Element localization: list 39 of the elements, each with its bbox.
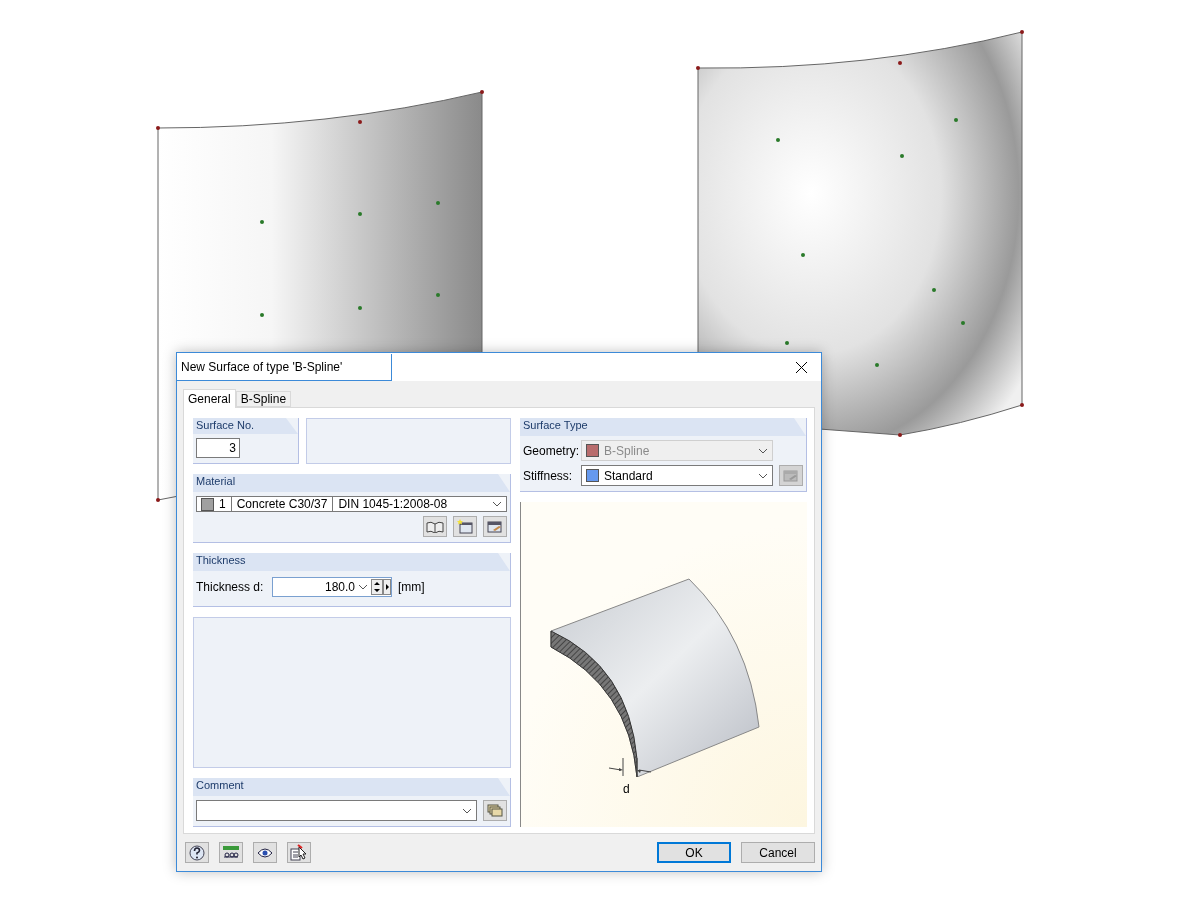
dialog-button[interactable]: Cancel (741, 842, 815, 863)
new-button[interactable] (453, 516, 477, 537)
group-title: Thickness (193, 553, 510, 571)
field-label: Thickness d: (196, 580, 265, 594)
eye-icon (257, 847, 273, 858)
tab[interactable]: General (183, 389, 236, 408)
close-icon (795, 361, 807, 373)
book-icon (426, 520, 444, 533)
group-title: Surface No. (193, 418, 298, 434)
dialog-button[interactable]: OK (657, 842, 731, 863)
group-title: Comment (193, 778, 510, 796)
decimal-ruler-icon (222, 845, 240, 860)
help-button[interactable] (185, 842, 209, 863)
library-button[interactable] (423, 516, 447, 537)
comment-dropdown[interactable] (196, 800, 477, 821)
surface-number-field[interactable]: 3 (196, 438, 240, 458)
help-icon (189, 844, 205, 861)
window-title: New Surface of type 'B-Spline' (177, 353, 392, 381)
document-cursor-icon (290, 844, 308, 861)
new-window-icon (457, 519, 473, 534)
select-button[interactable] (287, 842, 311, 863)
spinner-arrows-icon (371, 579, 391, 595)
edit-icon (783, 469, 799, 482)
view-button[interactable] (253, 842, 277, 863)
stacked-windows-icon (487, 804, 503, 817)
group-title: Surface Type (520, 418, 806, 436)
edit-icon (487, 520, 503, 533)
thickness-field[interactable]: 180.0 (272, 577, 392, 597)
field-label: Stiffness: (523, 468, 574, 483)
material-swatch-icon (201, 497, 214, 511)
dimension-label: d (623, 782, 630, 796)
comment-library-button[interactable] (483, 800, 507, 821)
units-button[interactable] (219, 842, 243, 863)
group-title: Material (193, 474, 510, 492)
material-dropdown[interactable]: 1 Concrete C30/37 DIN 1045-1:2008-08 (196, 496, 507, 512)
unit-label: [mm] (398, 580, 425, 594)
type-dropdown[interactable]: Standard (581, 465, 773, 486)
tab[interactable]: B-Spline (235, 391, 292, 407)
edit-button[interactable] (483, 516, 507, 537)
